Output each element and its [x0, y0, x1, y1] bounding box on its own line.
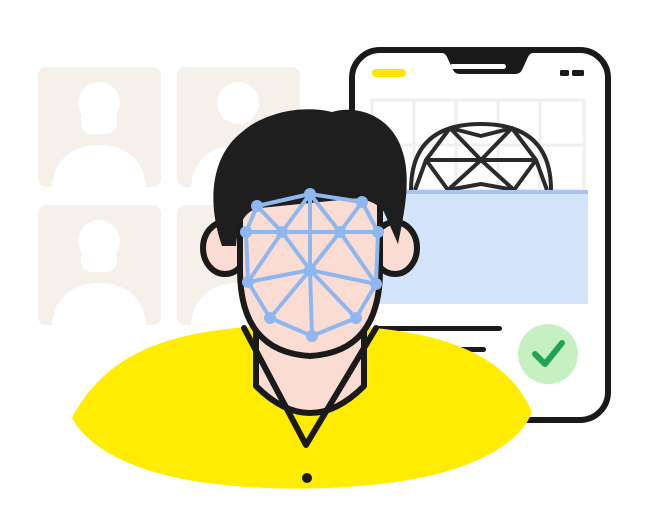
phone-speaker [450, 64, 506, 69]
signal-icon [560, 70, 569, 76]
battery-icon [572, 70, 584, 76]
shirt-button [302, 473, 312, 483]
verified-badge [518, 324, 578, 384]
profile-tile [38, 67, 161, 187]
status-bar-indicator [372, 69, 406, 77]
text-placeholder-line [376, 326, 502, 331]
profile-tile [38, 205, 161, 325]
face-verification-illustration [38, 47, 611, 489]
